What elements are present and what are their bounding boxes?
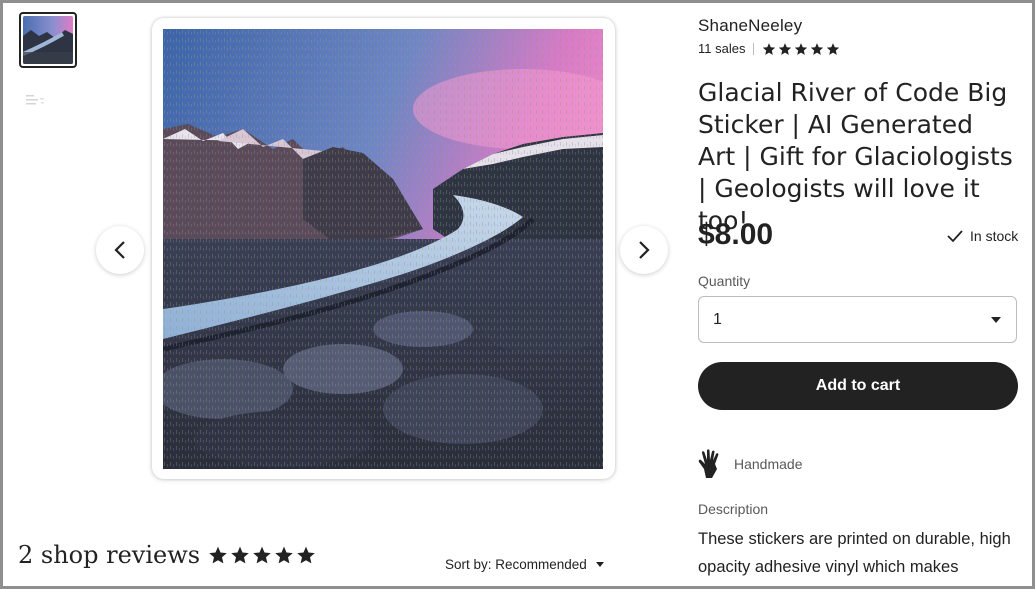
caret-down-icon — [595, 562, 604, 567]
star-icon — [231, 546, 249, 564]
listing-price: $8.00 — [698, 218, 774, 251]
star-icon — [779, 42, 792, 55]
hand-icon — [698, 449, 719, 478]
previous-image-button[interactable] — [96, 226, 144, 274]
reviews-star-rating — [208, 545, 316, 565]
caret-down-icon — [991, 316, 1001, 323]
description-text: These stickers are printed on durable, h… — [698, 530, 1011, 576]
shop-sales-rating: 11 sales — [698, 41, 840, 56]
main-product-image — [152, 18, 615, 479]
reviews-title: 2 shop reviews — [18, 541, 201, 569]
star-icon — [275, 546, 293, 564]
sort-label: Sort by: Recommended — [445, 557, 587, 572]
shop-name-link[interactable]: ShaneNeeley — [698, 16, 802, 36]
shop-reviews-header: 2 shop reviews — [18, 541, 316, 569]
chevron-left-icon — [114, 241, 125, 259]
handmade-label: Handmade — [734, 456, 803, 472]
chevron-right-icon — [639, 241, 650, 259]
handmade-highlight: Handmade — [698, 449, 803, 479]
stock-status: In stock — [946, 228, 1018, 244]
glacier-artwork — [163, 29, 603, 469]
quantity-select[interactable]: 1 — [698, 296, 1017, 343]
add-to-cart-button[interactable]: Add to cart — [698, 362, 1018, 410]
next-image-button[interactable] — [620, 226, 668, 274]
sort-dropdown[interactable]: Sort by: Recommended — [445, 557, 605, 572]
star-icon — [795, 42, 808, 55]
star-icon — [253, 546, 271, 564]
thumbnail-image — [23, 16, 73, 64]
quantity-value: 1 — [713, 310, 722, 328]
description-label: Description — [698, 501, 769, 517]
sales-count: 11 sales — [698, 41, 746, 56]
quantity-label: Quantity — [698, 273, 751, 289]
star-icon — [209, 546, 227, 564]
star-icon — [763, 42, 776, 55]
star-icon — [811, 42, 824, 55]
image-thumbnail[interactable] — [19, 12, 77, 68]
stock-text: In stock — [970, 228, 1019, 244]
listing-title: Glacial River of Code Big Sticker | AI G… — [698, 78, 1013, 235]
check-icon — [947, 230, 963, 243]
star-icon — [297, 546, 315, 564]
shop-star-rating — [762, 42, 840, 56]
image-loading-placeholder — [24, 91, 54, 111]
divider — [753, 42, 755, 55]
star-icon — [827, 42, 840, 55]
